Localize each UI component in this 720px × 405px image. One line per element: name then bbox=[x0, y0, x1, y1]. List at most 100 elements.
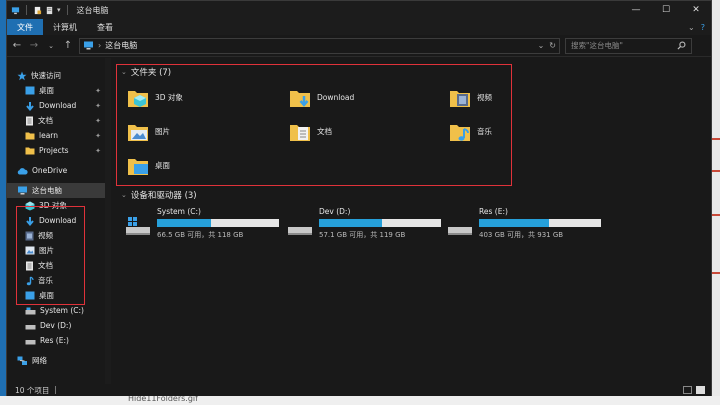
search-icon bbox=[677, 41, 686, 50]
folder-label: 3D 对象 bbox=[155, 92, 183, 102]
nav-label: Res (E:) bbox=[40, 336, 69, 345]
nav-label: Download bbox=[39, 216, 77, 225]
expand-ribbon-icon[interactable]: ⌄ bbox=[688, 23, 695, 32]
pin-icon: ✦ bbox=[95, 101, 101, 110]
desktop-icon bbox=[25, 291, 35, 300]
address-bar-row: ← → ⌄ ↑ › 这台电脑 ⌄ ↻ 搜索"这台电脑" bbox=[7, 35, 711, 57]
folder-3d-objects[interactable]: 3D 对象 bbox=[127, 86, 183, 108]
nav-item-desktop[interactable]: 桌面 ✦ bbox=[7, 83, 105, 98]
address-path: 这台电脑 bbox=[105, 41, 138, 50]
tab-view[interactable]: 查看 bbox=[87, 19, 123, 35]
nav-item-drive-c[interactable]: System (C:) bbox=[7, 303, 105, 318]
folder-documents[interactable]: 文档 bbox=[289, 120, 332, 142]
back-button[interactable]: ← bbox=[11, 39, 23, 53]
close-button[interactable]: ✕ bbox=[681, 1, 711, 19]
drive-usage-bar bbox=[479, 219, 601, 227]
folder-label: Download bbox=[317, 92, 355, 102]
drives-section-title: 设备和驱动器 (3) bbox=[130, 191, 197, 201]
drive-icon bbox=[25, 307, 36, 314]
nav-label: 这台电脑 bbox=[32, 186, 62, 195]
title-bar: ▾ 这台电脑 — ☐ ✕ bbox=[7, 1, 711, 19]
drive-c[interactable]: System (C:) 66.5 GB 可用，共 118 GB bbox=[125, 207, 279, 240]
pin-icon: ✦ bbox=[95, 131, 101, 140]
drive-e[interactable]: Res (E:) 403 GB 可用，共 931 GB bbox=[447, 207, 601, 240]
system-drive-icon bbox=[126, 217, 150, 235]
folder-label: 桌面 bbox=[155, 160, 170, 170]
cloud-icon bbox=[17, 167, 28, 174]
nav-item-drive-e[interactable]: Res (E:) bbox=[7, 333, 105, 348]
drive-icon bbox=[25, 339, 36, 344]
folder-download[interactable]: Download bbox=[289, 86, 354, 108]
network-icon bbox=[17, 356, 27, 365]
item-count: 10 个项目 bbox=[15, 385, 50, 395]
folder-label: 音乐 bbox=[477, 126, 492, 136]
folder-videos[interactable]: 视频 bbox=[449, 86, 492, 108]
address-bar[interactable]: › 这台电脑 ⌄ ↻ bbox=[79, 37, 560, 54]
content-pane: ⌄ 文件夹 (7) 3D 对象 Download 视频 图片 文档 音乐 桌面 … bbox=[111, 58, 711, 384]
desktop-icon bbox=[25, 86, 35, 95]
nav-this-pc[interactable]: 这台电脑 bbox=[7, 183, 105, 198]
help-icon[interactable]: ? bbox=[701, 23, 705, 32]
star-icon bbox=[17, 71, 27, 80]
document-icon bbox=[26, 261, 33, 270]
nav-item-projects[interactable]: Projects ✦ bbox=[7, 143, 105, 158]
search-input[interactable]: 搜索"这台电脑" bbox=[565, 37, 692, 54]
music-icon bbox=[26, 275, 34, 285]
nav-item-documents[interactable]: 文档 ✦ bbox=[7, 113, 105, 128]
window-controls: — ☐ ✕ bbox=[621, 1, 711, 19]
drive-free-space: 57.1 GB 可用，共 119 GB bbox=[319, 231, 406, 239]
tab-file[interactable]: 文件 bbox=[7, 19, 43, 35]
folder-music[interactable]: 音乐 bbox=[449, 120, 492, 142]
drive-usage-fill bbox=[479, 219, 549, 227]
up-button[interactable]: ↑ bbox=[62, 39, 74, 53]
new-folder-icon[interactable] bbox=[45, 6, 54, 15]
download-icon bbox=[26, 101, 34, 111]
nav-item-drive-d[interactable]: Dev (D:) bbox=[7, 318, 105, 333]
tiles-view-icon[interactable] bbox=[696, 386, 705, 394]
properties-icon[interactable] bbox=[33, 6, 42, 15]
customize-toolbar-icon[interactable]: ▾ bbox=[57, 6, 61, 14]
search-placeholder: 搜索"这台电脑" bbox=[571, 41, 623, 50]
folders-section-header[interactable]: ⌄ 文件夹 (7) bbox=[121, 66, 171, 78]
maximize-button[interactable]: ☐ bbox=[651, 1, 681, 19]
nav-item-download[interactable]: Download bbox=[7, 213, 105, 228]
drive-d[interactable]: Dev (D:) 57.1 GB 可用，共 119 GB bbox=[287, 207, 441, 240]
recent-locations-icon[interactable]: ⌄ bbox=[45, 39, 57, 53]
folder-desktop[interactable]: 桌面 bbox=[127, 154, 170, 176]
nav-item-pictures[interactable]: 图片 bbox=[7, 243, 105, 258]
folder-pictures[interactable]: 图片 bbox=[127, 120, 170, 142]
nav-label: Dev (D:) bbox=[40, 321, 72, 330]
drive-icon bbox=[25, 324, 36, 329]
nav-item-music[interactable]: 音乐 bbox=[7, 273, 105, 288]
details-view-icon[interactable] bbox=[683, 386, 692, 394]
refresh-icon[interactable]: ↻ bbox=[549, 41, 556, 50]
tab-computer[interactable]: 计算机 bbox=[43, 19, 87, 35]
window-title: 这台电脑 bbox=[76, 5, 109, 15]
video-icon bbox=[25, 231, 34, 240]
chevron-down-icon: ⌄ bbox=[121, 68, 127, 76]
nav-quick-access[interactable]: 快速访问 bbox=[7, 68, 105, 83]
document-icon bbox=[290, 125, 310, 141]
nav-item-desktop[interactable]: 桌面 bbox=[7, 288, 105, 303]
nav-item-videos[interactable]: 视频 bbox=[7, 228, 105, 243]
drives-section-header[interactable]: ⌄ 设备和驱动器 (3) bbox=[121, 189, 197, 201]
nav-label: 3D 对象 bbox=[39, 201, 67, 210]
drive-icon bbox=[288, 227, 312, 235]
minimize-button[interactable]: — bbox=[621, 1, 651, 19]
nav-item-download[interactable]: Download ✦ bbox=[7, 98, 105, 113]
pin-icon: ✦ bbox=[95, 116, 101, 125]
nav-item-3d-objects[interactable]: 3D 对象 bbox=[7, 198, 105, 213]
address-dropdown-icon[interactable]: ⌄ bbox=[538, 41, 545, 50]
folder-label: 视频 bbox=[477, 92, 492, 102]
chevron-down-icon: ⌄ bbox=[121, 191, 127, 199]
pictures-icon bbox=[128, 125, 148, 141]
nav-network[interactable]: 网络 bbox=[7, 353, 105, 368]
nav-label: 音乐 bbox=[38, 276, 53, 285]
drive-usage-bar bbox=[157, 219, 279, 227]
folder-icon bbox=[25, 147, 35, 155]
forward-button[interactable]: → bbox=[28, 39, 40, 53]
drive-usage-fill bbox=[157, 219, 211, 227]
nav-onedrive[interactable]: OneDrive bbox=[7, 163, 105, 178]
nav-item-documents[interactable]: 文档 bbox=[7, 258, 105, 273]
nav-item-learn[interactable]: learn ✦ bbox=[7, 128, 105, 143]
